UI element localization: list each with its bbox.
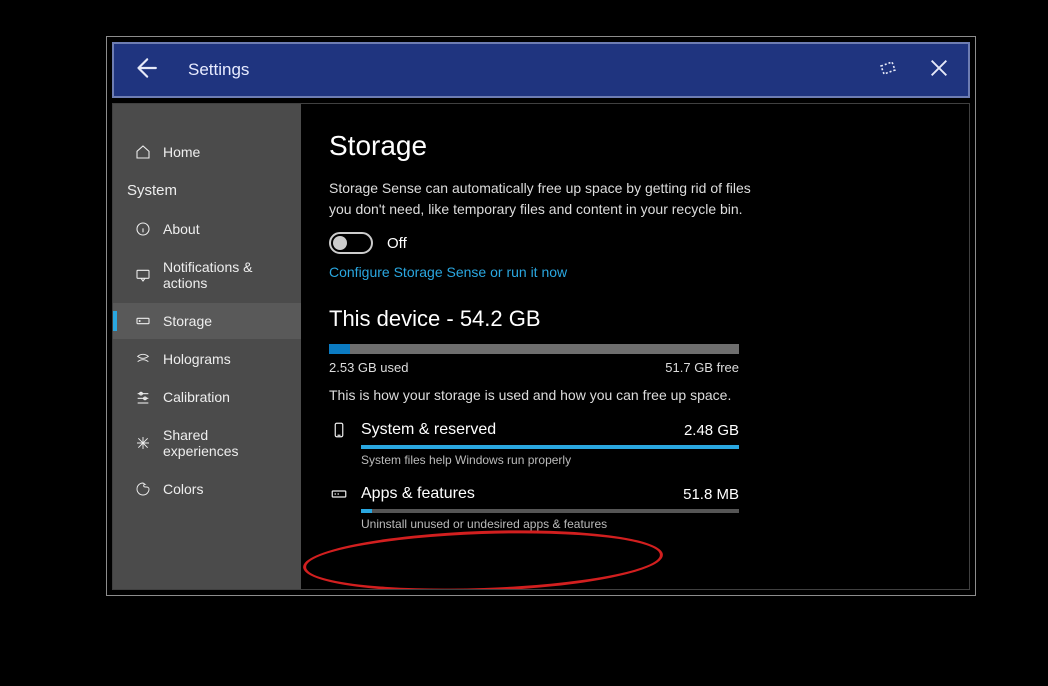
sidebar-item-label: Storage <box>163 313 212 329</box>
sidebar-item-colors[interactable]: Colors <box>113 471 301 507</box>
storage-category-system-reserved[interactable]: System & reserved 2.48 GB System files h… <box>329 421 739 467</box>
category-subtext: Uninstall unused or undesired apps & fea… <box>361 517 739 531</box>
sidebar-item-calibration[interactable]: Calibration <box>113 379 301 415</box>
overall-storage-fill <box>329 344 350 354</box>
sidebar-item-storage[interactable]: Storage <box>113 303 301 339</box>
arrow-left-icon <box>132 55 158 81</box>
close-button[interactable] <box>928 57 950 84</box>
usage-description: This is how your storage is used and how… <box>329 387 939 403</box>
category-title: System & reserved <box>361 421 496 439</box>
sidebar-category-system: System <box>113 172 301 209</box>
close-icon <box>928 57 950 79</box>
category-size: 2.48 GB <box>684 422 739 439</box>
sidebar-item-label: Notifications & actions <box>163 259 285 291</box>
storage-sense-toggle-row: Off <box>329 232 939 254</box>
holograms-icon <box>135 351 151 367</box>
storage-sense-description: Storage Sense can automatically free up … <box>329 178 759 220</box>
window-resize-button[interactable] <box>876 56 900 85</box>
titlebar: Settings <box>112 42 970 98</box>
home-icon <box>135 144 151 160</box>
titlebar-right <box>876 56 950 85</box>
category-title: Apps & features <box>361 485 475 503</box>
shared-icon <box>135 435 151 451</box>
info-icon <box>135 221 151 237</box>
storage-sense-toggle[interactable] <box>329 232 373 254</box>
sidebar-item-about[interactable]: About <box>113 211 301 247</box>
settings-window: Settings Home System <box>106 36 976 596</box>
sliders-icon <box>135 389 151 405</box>
sidebar-item-shared-experiences[interactable]: Shared experiences <box>113 417 301 469</box>
sidebar-item-home[interactable]: Home <box>113 134 301 170</box>
overall-bar-labels: 2.53 GB used 51.7 GB free <box>329 360 739 375</box>
titlebar-left: Settings <box>132 55 249 86</box>
used-label: 2.53 GB used <box>329 360 409 375</box>
storage-category-apps-features[interactable]: Apps & features 51.8 MB Uninstall unused… <box>329 485 739 531</box>
resize-icon <box>876 56 900 80</box>
sidebar-item-label: Home <box>163 144 200 160</box>
device-heading: This device - 54.2 GB <box>329 306 939 332</box>
category-size: 51.8 MB <box>683 486 739 503</box>
sidebar-item-label: Calibration <box>163 389 230 405</box>
category-bar <box>361 509 739 513</box>
storage-icon <box>135 313 151 329</box>
sidebar-category-label: System <box>127 182 177 199</box>
sidebar-item-label: Holograms <box>163 351 231 367</box>
overall-storage-bar <box>329 344 739 354</box>
sidebar-item-holograms[interactable]: Holograms <box>113 341 301 377</box>
free-label: 51.7 GB free <box>665 360 739 375</box>
configure-storage-sense-link[interactable]: Configure Storage Sense or run it now <box>329 264 567 280</box>
notification-icon <box>135 267 151 283</box>
sidebar-item-label: Colors <box>163 481 203 497</box>
sidebar: Home System About Notifications & action… <box>113 104 301 589</box>
content-area: Home System About Notifications & action… <box>112 103 970 590</box>
page-title: Storage <box>329 130 939 162</box>
device-icon <box>329 421 349 439</box>
sidebar-item-notifications[interactable]: Notifications & actions <box>113 249 301 301</box>
sidebar-item-label: Shared experiences <box>163 427 285 459</box>
sidebar-item-label: About <box>163 221 200 237</box>
palette-icon <box>135 481 151 497</box>
category-bar <box>361 445 739 449</box>
back-button[interactable] <box>132 55 158 86</box>
apps-icon <box>329 485 349 503</box>
category-subtext: System files help Windows run properly <box>361 453 739 467</box>
main-panel: Storage Storage Sense can automatically … <box>301 104 969 589</box>
app-title: Settings <box>188 60 249 80</box>
storage-sense-toggle-label: Off <box>387 235 407 252</box>
